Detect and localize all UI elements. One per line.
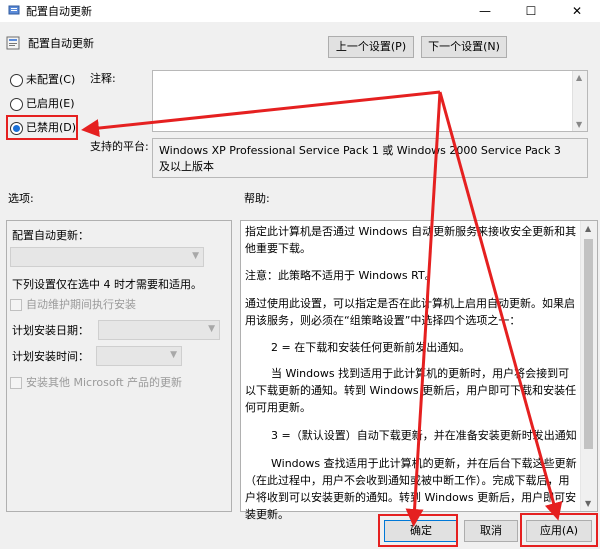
scroll-down-icon[interactable]: ▼ xyxy=(585,499,591,508)
window-title: 配置自动更新 xyxy=(26,5,92,18)
setting-icon xyxy=(6,36,20,50)
help-panel: 指定此计算机是否通过 Windows 自动更新服务来接收安全更新和其他重要下载。… xyxy=(240,220,598,521)
help-label: 帮助: xyxy=(244,192,270,205)
radio-enabled[interactable]: 已启用(E) xyxy=(10,96,75,112)
comment-field[interactable]: ▲ ▼ xyxy=(152,70,588,132)
supported-platform-value: Windows XP Professional Service Pack 1 或… xyxy=(152,138,588,178)
help-paragraph: 当 Windows 找到适用于此计算机的更新时，用户将会接到可以下载更新的通知。… xyxy=(245,367,577,414)
annotation-highlight-box xyxy=(6,115,78,140)
checkbox-box xyxy=(10,377,22,389)
help-paragraph: 通过使用此设置，可以指定是否在此计算机上启用自动更新。如果启用该服务，则必须在“… xyxy=(245,297,575,327)
radio-circle xyxy=(10,97,23,111)
checkbox-label: 安装其他 Microsoft 产品的更新 xyxy=(26,376,183,389)
help-paragraph: 2 = 在下载和安装任何更新前发出通知。 xyxy=(271,341,471,354)
options-title: 配置自动更新： xyxy=(12,229,89,242)
options-note: 下列设置仅在选中 4 时才需要和适用。 xyxy=(12,278,202,291)
scroll-down-icon[interactable]: ▼ xyxy=(576,120,582,129)
options-label: 选项: xyxy=(8,192,34,205)
setting-title: 配置自动更新 xyxy=(28,37,94,50)
radio-label: 未配置(C) xyxy=(26,73,76,86)
radio-circle xyxy=(10,73,23,87)
install-time-select[interactable]: ▼ xyxy=(96,346,182,366)
minimize-button[interactable]: — xyxy=(462,0,508,22)
radio-label: 已启用(E) xyxy=(26,97,75,110)
scroll-up-icon[interactable]: ▲ xyxy=(576,73,582,82)
chevron-down-icon: ▼ xyxy=(208,324,215,334)
annotation-highlight-box xyxy=(520,513,598,547)
scrollbar-thumb[interactable] xyxy=(584,239,593,449)
help-paragraph: 注意：此策略不适用于 Windows RT。 xyxy=(245,269,436,282)
maximize-button[interactable]: ☐ xyxy=(508,0,554,22)
checkbox-label: 自动维护期间执行安装 xyxy=(26,298,136,311)
radio-not-configured[interactable]: 未配置(C) xyxy=(10,72,75,88)
cancel-button[interactable]: 取消 xyxy=(464,520,518,542)
install-day-label: 计划安装日期： xyxy=(12,324,89,337)
help-paragraph: 3 =（默认设置）自动下载更新，并在准备安装更新时发出通知 xyxy=(271,429,577,442)
auto-update-mode-select[interactable]: ▼ xyxy=(10,247,204,267)
chevron-down-icon: ▼ xyxy=(170,350,177,360)
maintenance-install-checkbox[interactable]: 自动维护期间执行安装 xyxy=(10,296,136,312)
chevron-down-icon: ▼ xyxy=(192,251,199,261)
comment-scrollbar[interactable]: ▲ ▼ xyxy=(572,71,587,131)
next-setting-button[interactable]: 下一个设置(N) xyxy=(421,36,507,58)
policy-icon xyxy=(8,5,20,15)
checkbox-box xyxy=(10,299,22,311)
help-scrollbar[interactable]: ▲ ▼ xyxy=(580,221,597,511)
other-products-checkbox[interactable]: 安装其他 Microsoft 产品的更新 xyxy=(10,374,182,390)
annotation-highlight-box xyxy=(378,514,458,547)
close-button[interactable]: ✕ xyxy=(554,0,600,22)
previous-setting-button[interactable]: 上一个设置(P) xyxy=(328,36,414,58)
comment-label: 注释: xyxy=(90,72,116,85)
install-time-label: 计划安装时间： xyxy=(12,350,89,363)
install-day-select[interactable]: ▼ xyxy=(98,320,220,340)
supported-platform-label: 支持的平台: xyxy=(90,140,149,153)
scroll-up-icon[interactable]: ▲ xyxy=(585,224,591,233)
help-paragraph: 指定此计算机是否通过 Windows 自动更新服务来接收安全更新和其他重要下载。 xyxy=(245,225,577,255)
